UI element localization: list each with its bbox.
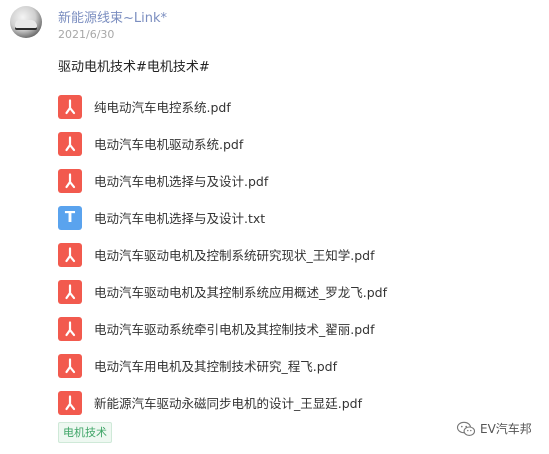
attachment-filename: 纯电动汽车电控系统.pdf <box>94 100 231 115</box>
post-date: 2021/6/30 <box>58 28 115 41</box>
pdf-icon <box>58 316 82 341</box>
car-icon <box>15 20 37 28</box>
pdf-icon <box>58 94 82 119</box>
attachment-item[interactable]: 电动汽车电机选择与及设计.pdf <box>58 162 387 199</box>
attachment-filename: 电动汽车电机驱动系统.pdf <box>94 137 244 152</box>
topic-tag[interactable]: 电机技术 <box>58 422 112 443</box>
username-link[interactable]: 新能源线束~Link* <box>58 7 167 26</box>
post-title: 驱动电机技术#电机技术# <box>58 60 210 75</box>
watermark-text: EV汽车邦 <box>480 422 532 436</box>
attachment-list: 纯电动汽车电控系统.pdf 电动汽车电机驱动系统.pdf 电动汽车电机选择与及设… <box>58 88 387 421</box>
attachment-filename: 电动汽车用电机及其控制技术研究_程飞.pdf <box>94 359 337 374</box>
attachment-item[interactable]: 电动汽车电机驱动系统.pdf <box>58 125 387 162</box>
pdf-icon <box>58 390 82 415</box>
attachment-item[interactable]: T 电动汽车电机选择与及设计.txt <box>58 199 387 236</box>
watermark: EV汽车邦 <box>456 420 532 437</box>
pdf-icon <box>58 131 82 156</box>
post-card: 新能源线束~Link* 2021/6/30 驱动电机技术#电机技术# 纯电动汽车… <box>0 0 549 454</box>
attachment-filename: 电动汽车驱动电机及控制系统研究现状_王知学.pdf <box>94 248 375 263</box>
attachment-item[interactable]: 电动汽车用电机及其控制技术研究_程飞.pdf <box>58 347 387 384</box>
attachment-item[interactable]: 电动汽车驱动电机及其控制系统应用概述_罗龙飞.pdf <box>58 273 387 310</box>
attachment-item[interactable]: 纯电动汽车电控系统.pdf <box>58 88 387 125</box>
pdf-icon <box>58 168 82 193</box>
attachment-filename: 电动汽车电机选择与及设计.txt <box>94 211 266 226</box>
attachment-item[interactable]: 电动汽车驱动电机及控制系统研究现状_王知学.pdf <box>58 236 387 273</box>
attachment-filename: 电动汽车驱动电机及其控制系统应用概述_罗龙飞.pdf <box>94 285 387 300</box>
txt-icon: T <box>58 205 82 230</box>
attachment-filename: 电动汽车电机选择与及设计.pdf <box>94 174 269 189</box>
attachment-filename: 电动汽车驱动系统牵引电机及其控制技术_翟丽.pdf <box>94 322 375 337</box>
wechat-icon <box>456 421 476 437</box>
pdf-icon <box>58 242 82 267</box>
avatar[interactable] <box>10 6 42 38</box>
pdf-icon <box>58 279 82 304</box>
attachment-item[interactable]: 新能源汽车驱动永磁同步电机的设计_王显廷.pdf <box>58 384 387 421</box>
attachment-filename: 新能源汽车驱动永磁同步电机的设计_王显廷.pdf <box>94 396 362 411</box>
pdf-icon <box>58 353 82 378</box>
attachment-item[interactable]: 电动汽车驱动系统牵引电机及其控制技术_翟丽.pdf <box>58 310 387 347</box>
